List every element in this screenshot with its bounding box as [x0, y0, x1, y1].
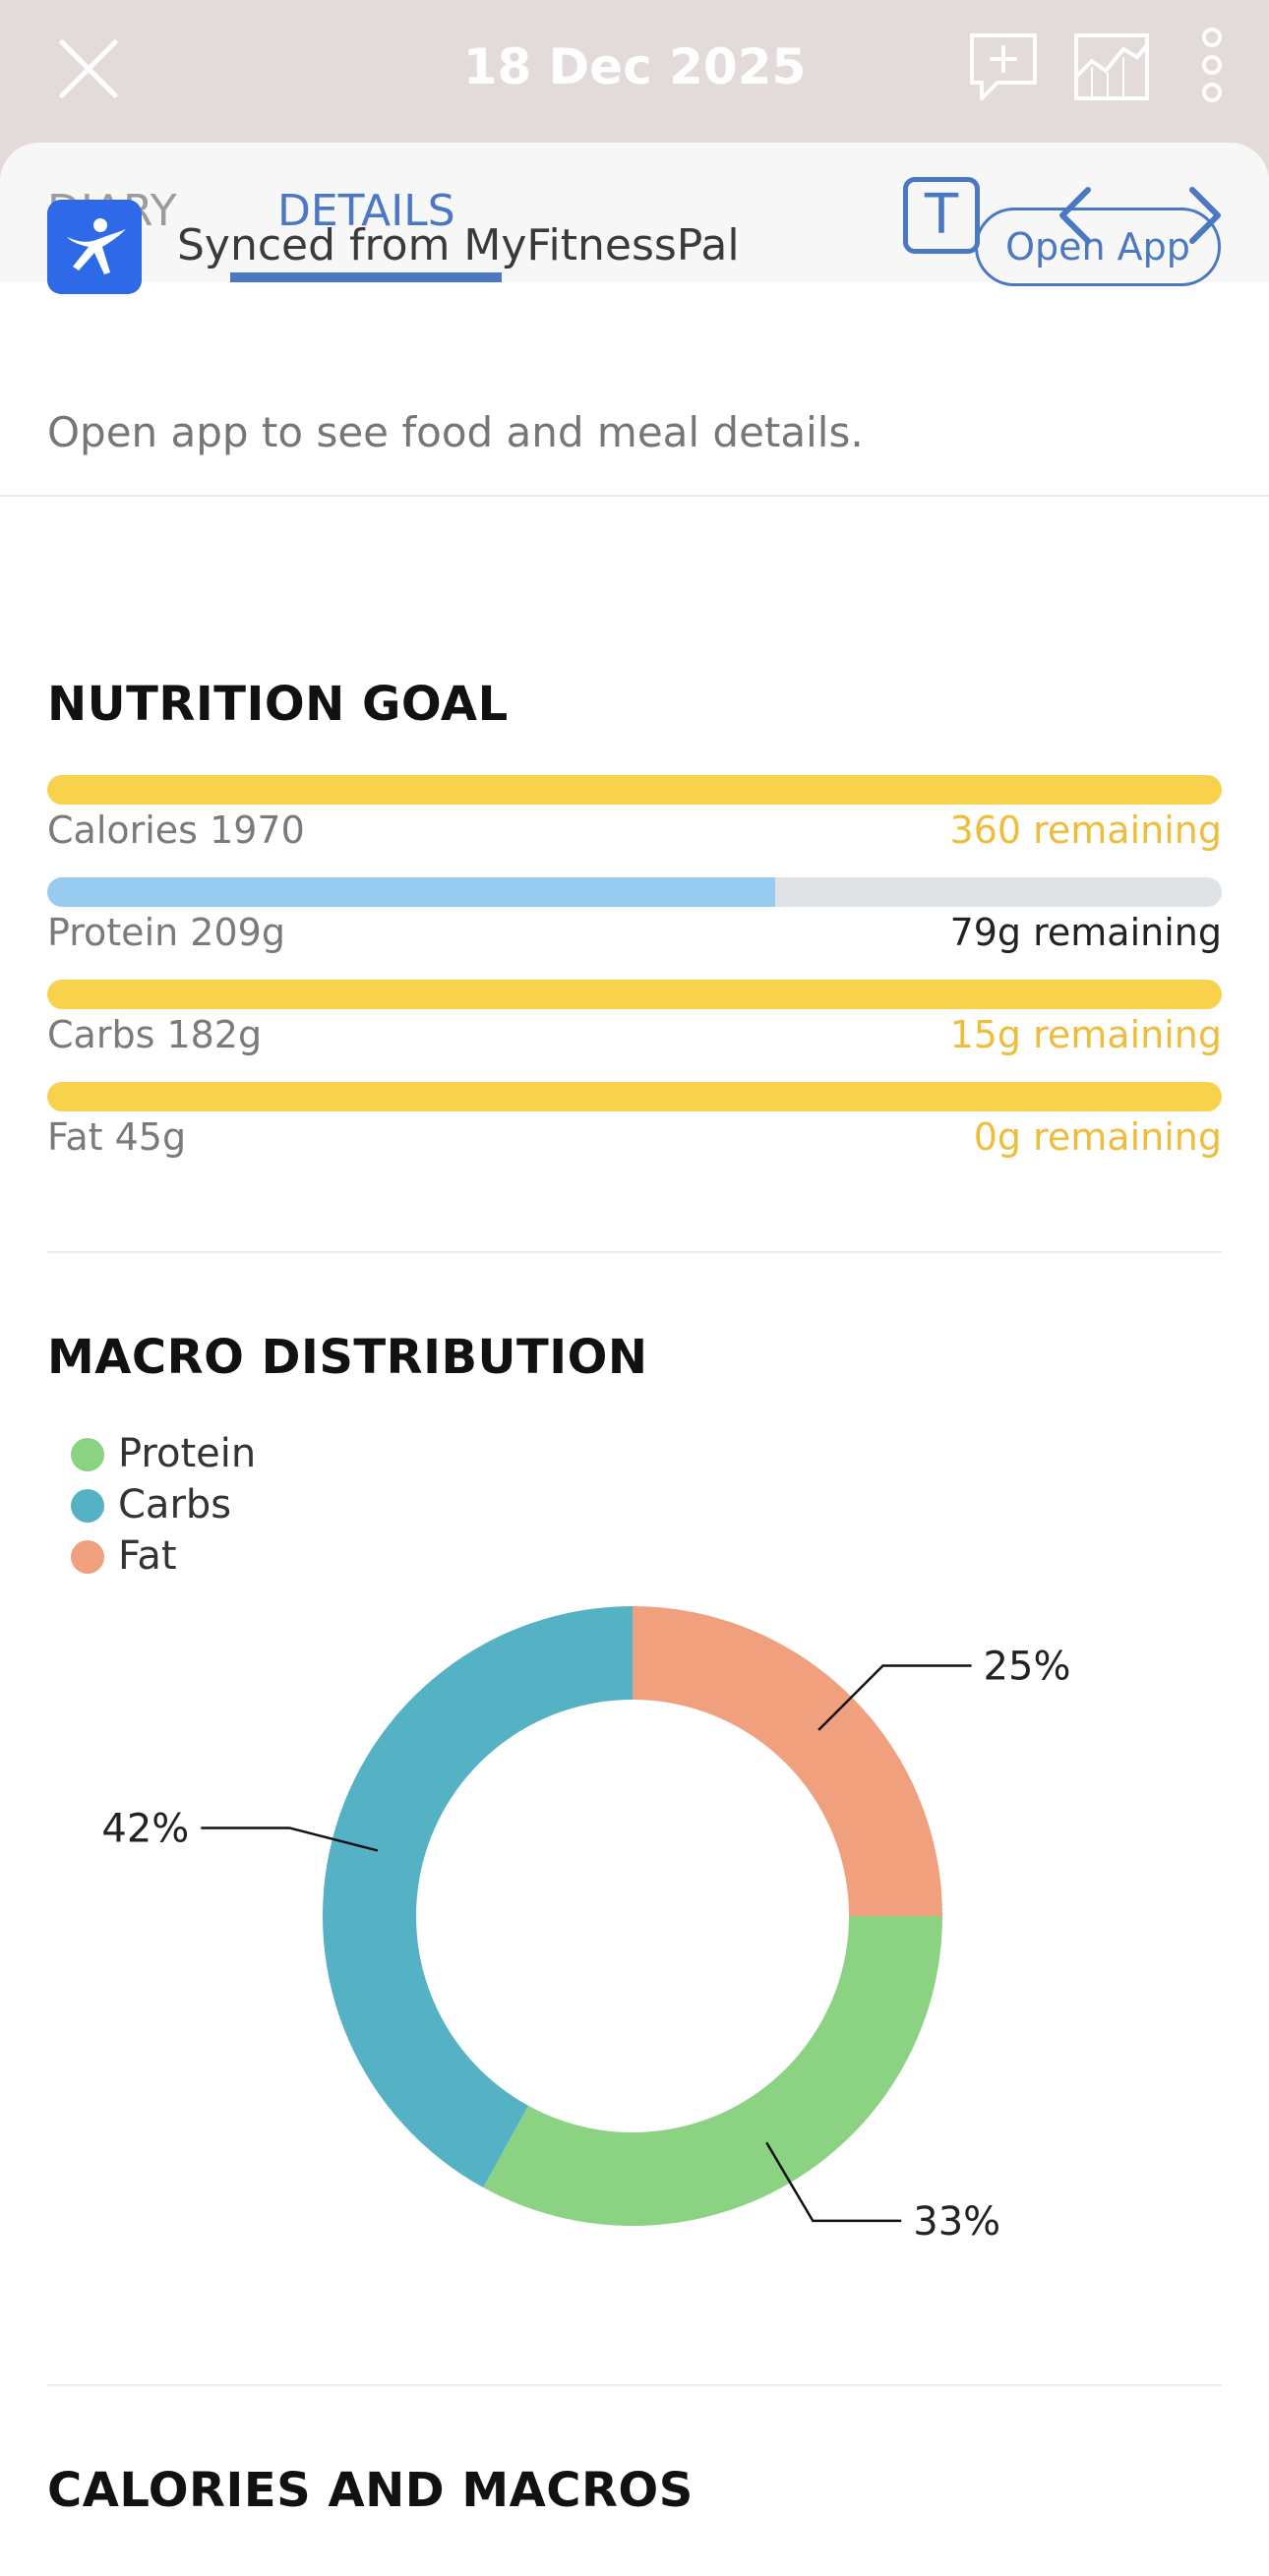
goal-progress-bar [47, 1082, 1222, 1111]
nutrition-goal-title: NUTRITION GOAL [47, 677, 509, 732]
goal-remaining: 0g remaining [973, 1115, 1222, 1159]
legend-dot [71, 1438, 104, 1471]
macro-distribution-title: MACRO DISTRIBUTION [47, 1330, 648, 1385]
legend-label: Carbs [118, 1482, 232, 1528]
text-view-button[interactable]: T [903, 177, 980, 254]
divider [0, 495, 1269, 497]
goal-progress-bar [47, 775, 1222, 805]
goal-progress-fill [47, 775, 1222, 805]
divider [47, 2384, 1222, 2386]
macro-donut-chart: 33% 42% 25% [101, 1606, 1071, 2245]
donut-slice-fat[interactable] [633, 1606, 942, 1916]
goal-remaining: 360 remaining [949, 809, 1222, 852]
goal-progress-fill [47, 877, 776, 907]
sync-status-text: Synced from MyFitnessPal [177, 220, 740, 270]
goal-label: Fat 45g [47, 1115, 187, 1159]
goal-remaining: 79g remaining [949, 911, 1222, 954]
more-vertical-icon[interactable] [1192, 26, 1232, 108]
goal-remaining: 15g remaining [949, 1013, 1222, 1056]
goal-progress-bar [47, 980, 1222, 1009]
legend-label: Protein [118, 1431, 257, 1476]
slice-percent-label: 25% [984, 1644, 1071, 1689]
goal-label: Carbs 182g [47, 1013, 263, 1056]
calories-and-macros-title: CALORIES AND MACROS [47, 2463, 694, 2518]
goal-label: Calories 1970 [47, 809, 305, 852]
chart-icon[interactable] [1072, 28, 1151, 110]
donut-slice-carbs[interactable] [323, 1606, 633, 2188]
goal-label: Protein 209g [47, 911, 285, 954]
myfitnesspal-logo-icon [47, 200, 142, 294]
open-app-button[interactable]: Open App [975, 208, 1221, 286]
goal-progress-bar [47, 877, 1222, 907]
add-comment-icon[interactable] [964, 28, 1043, 110]
goal-progress-fill [47, 980, 1222, 1009]
top-bar: 18 Dec 2025 [0, 0, 1269, 148]
legend-dot [71, 1489, 104, 1523]
slice-percent-label: 33% [913, 2199, 1000, 2245]
divider [47, 1251, 1222, 1253]
goal-progress-fill [47, 1082, 1222, 1111]
slice-percent-label: 42% [101, 1806, 189, 1851]
sync-hint-text: Open app to see food and meal details. [47, 408, 864, 456]
donut-slice-protein[interactable] [483, 1916, 942, 2226]
